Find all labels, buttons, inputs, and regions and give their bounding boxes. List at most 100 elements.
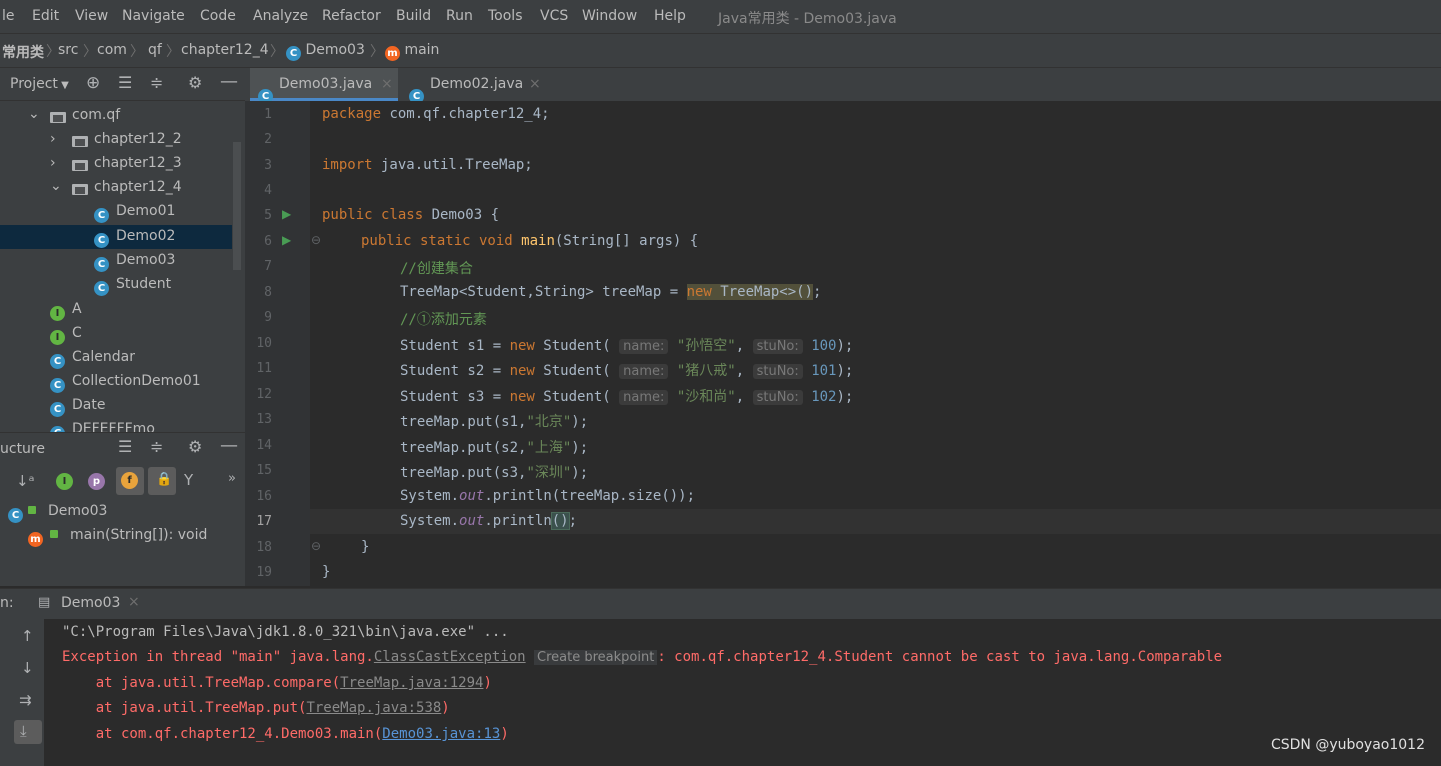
tree-item-demo02[interactable]: C Demo02: [0, 225, 232, 249]
tab-demo02[interactable]: C Demo02.java ×: [401, 68, 549, 104]
menu-run[interactable]: Run: [446, 8, 473, 24]
console-icon: ▤: [38, 595, 51, 610]
code-line-13: treeMap.put(s1,"北京");: [400, 414, 589, 430]
menu-tools[interactable]: Tools: [488, 8, 523, 24]
fields-toggle[interactable]: f: [116, 467, 144, 495]
folder-icon: [72, 182, 88, 198]
stack-link[interactable]: TreeMap.java:1294: [340, 675, 483, 691]
console-output[interactable]: [44, 619, 1441, 766]
stack-link[interactable]: TreeMap.java:538: [306, 700, 441, 716]
line-number: 10: [256, 336, 272, 351]
arrow-up-icon[interactable]: ↑: [21, 627, 34, 645]
tree-label: chapter12_2: [94, 131, 182, 147]
sort-alpha-icon[interactable]: ↓ᵃ: [16, 472, 34, 490]
create-breakpoint-button[interactable]: Create breakpoint: [534, 650, 658, 665]
line-number: 8: [264, 285, 272, 300]
breadcrumb-class[interactable]: C Demo03: [286, 42, 365, 61]
stack-link[interactable]: Demo03.java:13: [382, 726, 500, 742]
tree-item-com-qf[interactable]: ⌄ com.qf: [0, 104, 232, 128]
menu-file[interactable]: le: [2, 8, 15, 24]
tree-item-date[interactable]: C Date: [0, 394, 232, 418]
project-scrollbar[interactable]: [233, 142, 241, 270]
tree-item-collectiondemo01[interactable]: C CollectionDemo01: [0, 370, 232, 394]
tree-item-demo03[interactable]: C Demo03: [0, 249, 232, 273]
line-number: 11: [256, 361, 272, 376]
soft-wrap-icon[interactable]: ⇉: [19, 691, 32, 709]
expand-all-icon[interactable]: ☰: [118, 73, 132, 92]
collapse-all-icon[interactable]: ≑: [150, 437, 163, 456]
menu-view[interactable]: View: [75, 8, 108, 24]
breadcrumb-qf[interactable]: qf: [148, 42, 162, 58]
fold-icon[interactable]: ⊖: [311, 539, 321, 553]
tree-item-chapter12-3[interactable]: › chapter12_3: [0, 152, 232, 176]
breadcrumb-com[interactable]: com: [97, 42, 127, 58]
lambdas-icon[interactable]: Y: [184, 471, 193, 489]
tree-item-chapter12-4[interactable]: ⌄ chapter12_4: [0, 176, 232, 200]
tab-demo03[interactable]: C Demo03.java ×: [250, 68, 398, 104]
line-number: 7: [264, 259, 272, 274]
tree-label: Demo03: [48, 503, 108, 519]
project-panel-header: Project ▼ ⊕ ☰ ≑ ⚙ —: [0, 68, 245, 101]
line-number: 6: [264, 234, 272, 249]
tree-item-chapter12-2[interactable]: › chapter12_2: [0, 128, 232, 152]
structure-method-item[interactable]: m main(String[]): void: [0, 524, 245, 548]
project-view-selector[interactable]: Project ▼: [10, 76, 69, 92]
console-line-cmd: "C:\Program Files\Java\jdk1.8.0_321\bin\…: [62, 624, 509, 640]
gear-icon[interactable]: ⚙: [188, 73, 202, 92]
interface-icon: I: [50, 326, 65, 345]
breadcrumb-method[interactable]: m main: [385, 42, 439, 61]
arrow-down-icon[interactable]: ↓: [21, 659, 34, 677]
menu-analyze[interactable]: Analyze: [253, 8, 308, 24]
gear-icon[interactable]: ⚙: [188, 437, 202, 456]
menu-vcs[interactable]: VCS: [540, 8, 568, 24]
exception-link[interactable]: ClassCastException: [374, 649, 526, 665]
non-public-toggle[interactable]: 🔒: [148, 467, 176, 495]
expand-all-icon[interactable]: ☰: [118, 437, 132, 456]
properties-icon[interactable]: p: [88, 472, 105, 490]
scroll-to-end-toggle[interactable]: ⤓: [14, 720, 42, 744]
run-tab-label[interactable]: Demo03: [61, 595, 120, 611]
close-icon[interactable]: ×: [381, 68, 393, 101]
tree-item-partial[interactable]: C DEFEFFFmo: [0, 418, 232, 432]
menu-edit[interactable]: Edit: [32, 8, 59, 24]
tree-item-c[interactable]: I C: [0, 322, 232, 346]
menu-build[interactable]: Build: [396, 8, 431, 24]
structure-toolbar: ↓ᵃ I p f 🔒 Y »: [0, 464, 245, 498]
tree-label: DEFEFFFmo: [72, 421, 155, 432]
lock-icon: 🔒: [156, 472, 173, 487]
line-number: 15: [256, 463, 272, 478]
tab-label: Demo03.java: [279, 76, 373, 92]
locate-icon[interactable]: ⊕: [86, 73, 100, 93]
menu-refactor[interactable]: Refactor: [322, 8, 381, 24]
close-icon[interactable]: ×: [128, 594, 140, 610]
class-icon: C: [50, 350, 65, 369]
breadcrumb-project[interactable]: 常用类: [2, 42, 44, 62]
code-line-14: treeMap.put(s2,"上海");: [400, 440, 589, 456]
menu-window[interactable]: Window: [582, 8, 637, 24]
chevron-right-icon: ›: [50, 131, 56, 147]
code-line-7: //创建集合: [400, 261, 473, 277]
hide-panel-icon[interactable]: —: [220, 435, 238, 456]
breadcrumb-chapter[interactable]: chapter12_4: [181, 42, 269, 58]
run-method-icon[interactable]: ▶: [282, 233, 291, 247]
breadcrumb-src[interactable]: src: [58, 42, 78, 58]
tree-item-demo01[interactable]: C Demo01: [0, 200, 232, 224]
inherited-icon[interactable]: I: [56, 472, 73, 490]
tree-item-a[interactable]: I A: [0, 298, 232, 322]
tree-label: chapter12_4: [94, 179, 182, 195]
menu-help[interactable]: Help: [654, 8, 686, 24]
more-icon[interactable]: »: [228, 471, 236, 486]
collapse-all-icon[interactable]: ≑: [150, 73, 163, 92]
method-icon: m: [28, 528, 43, 547]
structure-class-item[interactable]: C Demo03: [0, 500, 245, 524]
tree-item-student[interactable]: C Student: [0, 273, 232, 297]
hide-panel-icon[interactable]: —: [220, 71, 238, 92]
tree-item-calendar[interactable]: C Calendar: [0, 346, 232, 370]
menu-code[interactable]: Code: [200, 8, 236, 24]
close-icon[interactable]: ×: [529, 68, 541, 101]
menu-bar: le Edit View Navigate Code Analyze Refac…: [0, 0, 1441, 34]
run-class-icon[interactable]: ▶: [282, 207, 291, 221]
fold-icon[interactable]: ⊖: [311, 233, 321, 247]
menu-navigate[interactable]: Navigate: [122, 8, 185, 24]
chevron-right-icon: 〉: [166, 44, 180, 60]
